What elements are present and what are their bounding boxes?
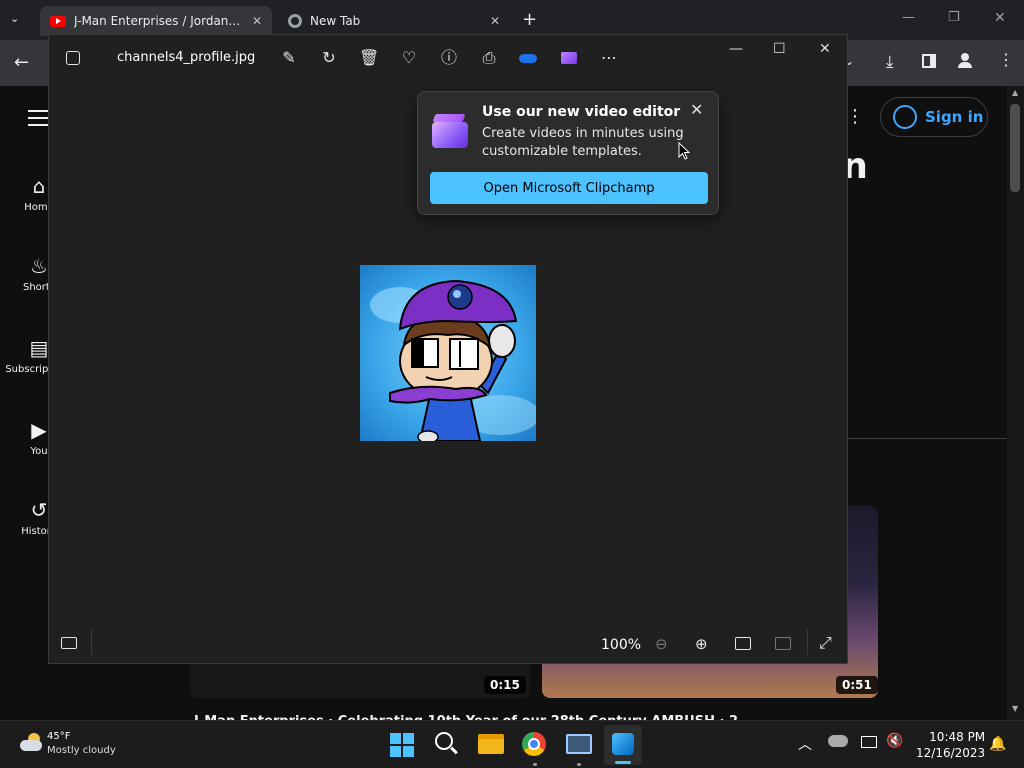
clipchamp-logo-icon (432, 114, 468, 148)
weather-description[interactable]: Mostly cloudy (47, 745, 116, 756)
actual-size-icon[interactable] (775, 637, 791, 650)
tab-search-icon[interactable]: ⌄ (10, 12, 19, 25)
photos-toolbar: channels4_profile.jpg ✎ ↻ 🗑 ♡ ⓘ ⎙ ⋯ — ☐ … (49, 35, 847, 81)
video-duration-badge: 0:51 (836, 676, 878, 694)
sign-in-button[interactable]: Sign in (880, 97, 988, 137)
running-indicator (533, 763, 537, 766)
close-icon[interactable]: ✕ (690, 100, 703, 119)
zoom-out-icon[interactable]: ⊖ (655, 635, 668, 653)
page-scrollbar[interactable]: ▲ ▼ (1006, 86, 1024, 720)
displayed-photo (360, 265, 536, 441)
video-editor-promo-popup: Use our new video editor Create videos i… (417, 91, 719, 215)
hamburger-menu-icon[interactable] (28, 110, 48, 126)
divider (848, 438, 1006, 439)
network-icon[interactable] (861, 736, 877, 748)
tab-title: J-Man Enterprises / Jordan M - (74, 14, 244, 28)
back-arrow-icon[interactable]: ← (14, 52, 29, 73)
photos-minimize-button[interactable]: — (729, 41, 743, 57)
taskbar: 45°F Mostly cloudy ︿ 🔇 10:48 PM 12/16/20… (0, 720, 1024, 768)
close-tab-icon[interactable]: ✕ (490, 14, 500, 28)
zoom-in-icon[interactable]: ⊕ (695, 635, 708, 653)
side-panel-icon[interactable] (922, 54, 936, 68)
scroll-down-arrow-icon[interactable]: ▼ (1012, 704, 1018, 713)
chrome-icon[interactable] (522, 732, 546, 756)
photos-icon (612, 733, 634, 755)
tab-title: New Tab (310, 14, 361, 28)
windows-start-icon[interactable] (390, 733, 414, 757)
more-options-icon[interactable]: ⋯ (599, 48, 619, 68)
remote-desktop-icon[interactable] (566, 734, 592, 754)
filmstrip-icon[interactable] (61, 637, 77, 649)
fullscreen-icon[interactable]: ⤢ (819, 633, 832, 653)
volume-muted-icon[interactable]: 🔇 (886, 733, 903, 749)
close-tab-icon[interactable]: ✕ (252, 14, 262, 28)
info-icon[interactable]: ⓘ (439, 48, 459, 68)
download-icon[interactable]: ⤓ (886, 52, 894, 72)
clock-time: 10:48 PM (929, 730, 986, 744)
clipchamp-icon[interactable] (559, 48, 579, 68)
rotate-icon[interactable]: ↻ (319, 48, 339, 68)
more-options-icon[interactable]: ⋮ (846, 106, 864, 127)
photos-close-button[interactable]: ✕ (819, 41, 831, 57)
edit-image-icon[interactable]: ✎ (279, 48, 299, 68)
menu-icon[interactable]: ⋮ (998, 50, 1014, 69)
running-indicator (577, 763, 581, 766)
delete-icon[interactable]: 🗑 (359, 48, 379, 68)
scrollbar-thumb[interactable] (1010, 104, 1020, 192)
account-icon (893, 105, 917, 129)
fit-to-window-icon[interactable] (735, 637, 751, 650)
favorite-heart-icon[interactable]: ♡ (399, 48, 419, 68)
open-clipchamp-button[interactable]: Open Microsoft Clipchamp (430, 172, 708, 204)
file-explorer-icon[interactable] (478, 734, 504, 754)
clock-date: 12/16/2023 (916, 746, 986, 760)
notifications-bell-icon[interactable]: 🔔 (989, 736, 1006, 752)
show-hidden-icons-chevron-icon[interactable]: ︿ (798, 734, 812, 754)
photos-maximize-button[interactable]: ☐ (773, 41, 786, 57)
cartoon-avatar-image (360, 265, 536, 441)
file-name: channels4_profile.jpg (117, 50, 256, 65)
scroll-up-arrow-icon[interactable]: ▲ (1012, 88, 1018, 97)
youtube-favicon-icon (50, 15, 66, 27)
print-icon[interactable]: ⎙ (479, 48, 499, 68)
search-icon[interactable] (435, 732, 458, 755)
video-title-text[interactable]: J-Man Enterprises · Celebrating 10th Yea… (194, 712, 754, 720)
tab-new-tab[interactable]: New Tab ✕ (278, 6, 510, 36)
system-clock[interactable]: 10:48 PM 12/16/2023 (916, 729, 985, 761)
divider (807, 629, 808, 655)
photos-taskbar-button[interactable] (604, 725, 642, 765)
chrome-favicon-icon (288, 14, 302, 28)
close-window-button[interactable]: ✕ (994, 10, 1006, 26)
weather-temperature[interactable]: 45°F (47, 731, 70, 742)
weather-cloud-icon[interactable] (18, 733, 44, 753)
active-indicator (615, 761, 631, 764)
zoom-level[interactable]: 100% (601, 637, 641, 653)
divider (91, 629, 92, 655)
popup-description: Create videos in minutes using customiza… (482, 126, 684, 159)
new-tab-button[interactable]: + (522, 9, 537, 30)
mouse-cursor-icon (678, 142, 690, 160)
minimize-button[interactable]: — (902, 10, 915, 25)
video-duration-badge: 0:15 (484, 676, 526, 694)
photos-footer: 100% ⊖ ⊕ ⤢ (49, 627, 847, 663)
onedrive-cloud-icon[interactable] (519, 48, 539, 68)
profile-icon[interactable] (957, 53, 973, 69)
gallery-icon[interactable] (63, 48, 83, 68)
tab-youtube[interactable]: J-Man Enterprises / Jordan M - ✕ (40, 6, 272, 36)
restore-button[interactable]: ❐ (948, 10, 960, 25)
popup-title: Use our new video editor (482, 104, 681, 120)
onedrive-icon[interactable] (828, 735, 848, 747)
